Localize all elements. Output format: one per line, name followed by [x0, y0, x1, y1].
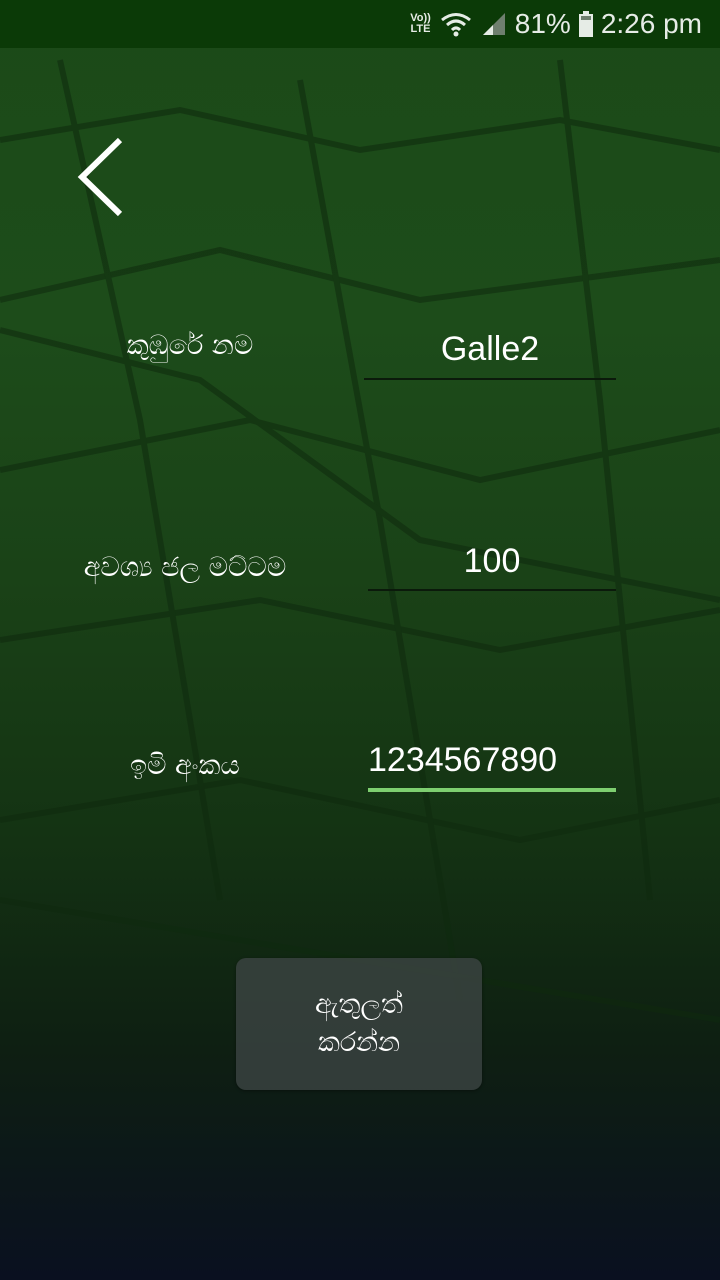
water-level-label: අවශ්‍ය ජල මට්ටම [83, 552, 287, 583]
submit-button[interactable]: ඇතුලත් කරන්න [236, 958, 482, 1090]
chevron-left-icon [77, 137, 123, 217]
submit-label-line2: කරන්න [317, 1027, 401, 1058]
battery-icon [578, 11, 593, 37]
volte-icon: Vo)) LTE [410, 13, 431, 35]
water-level-input[interactable]: 100 [368, 542, 616, 581]
water-level-underline [368, 589, 616, 591]
clock-time: 2:26 pm [600, 8, 702, 39]
battery-percent: 81% [514, 8, 571, 39]
submit-label-line1: ඇතුලත් [315, 989, 403, 1020]
cluster-name-input[interactable]: Galle2 [364, 330, 616, 369]
volte-bottom-text: LTE [410, 23, 431, 35]
sim-number-input[interactable]: 1234567890 [368, 741, 616, 780]
cluster-name-underline [364, 378, 616, 380]
cluster-name-label: කුඹුරේ නම [126, 330, 254, 361]
signal-icon [482, 13, 505, 35]
wifi-icon [440, 13, 471, 37]
back-button[interactable] [70, 132, 140, 222]
sim-number-underline-active [368, 788, 616, 792]
sim-number-label: ඉමි අංකය [130, 750, 240, 781]
status-bar: Vo)) LTE 81% 2:26 pm [0, 0, 720, 48]
